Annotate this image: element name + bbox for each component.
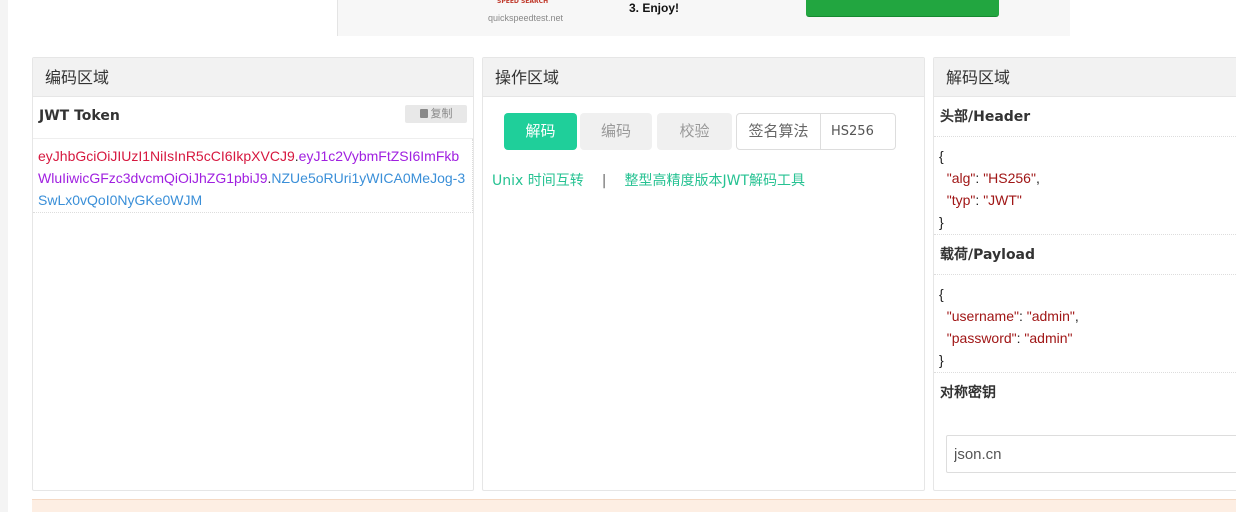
operations-panel-title: 操作区域 — [483, 58, 924, 97]
algorithm-value[interactable]: HS256 — [831, 114, 874, 149]
secret-key-input[interactable] — [946, 435, 1236, 473]
encode-panel-title: 编码区域 — [33, 58, 473, 97]
json-key: "username" — [946, 308, 1019, 324]
header-section-title: 头部/Header — [934, 97, 1236, 137]
payload-json-view[interactable]: { "username": "admin", "password": "admi… — [934, 275, 1236, 373]
decode-button[interactable]: 解码 — [504, 113, 577, 150]
link-separator: | — [601, 173, 607, 189]
secret-section-title: 对称密钥 — [940, 385, 996, 401]
jwt-token-input[interactable]: eyJhbGciOiJIUzI1NiIsInR5cCI6IkpXVCJ9.eyJ… — [33, 139, 473, 213]
json-key: "typ" — [946, 192, 976, 208]
json-key: "alg" — [946, 170, 976, 186]
json-brace: { — [939, 286, 944, 302]
verify-button[interactable]: 校验 — [657, 113, 732, 150]
copy-button-label: 复制 — [430, 107, 453, 120]
payload-section-title: 载荷/Payload — [934, 235, 1236, 275]
unix-time-link[interactable]: Unix 时间互转 — [492, 173, 584, 189]
json-key: "password" — [946, 330, 1017, 346]
json-brace: } — [939, 352, 944, 368]
json-value: "admin" — [1024, 330, 1073, 346]
algorithm-selector[interactable]: 签名算法 HS256 — [736, 113, 896, 150]
header-json-view[interactable]: { "alg": "HS256", "typ": "JWT" } — [934, 137, 1236, 235]
ad-banner[interactable]: SPEED SEARCH quickspeedtest.net 3. Enjoy… — [337, 0, 1070, 36]
clipboard-icon — [419, 109, 428, 118]
json-value: "admin" — [1026, 308, 1075, 324]
json-brace: } — [939, 214, 944, 230]
bigint-jwt-tool-link[interactable]: 整型高精度版本JWT解码工具 — [624, 173, 805, 189]
ad-step-text: 3. Enjoy! — [629, 1, 680, 15]
ad-domain: quickspeedtest.net — [488, 13, 564, 23]
bottom-notice-bar — [32, 499, 1236, 512]
encode-panel: 编码区域 JWT Token 复制 eyJhbGciOiJIUzI1NiIsIn… — [32, 57, 474, 491]
json-brace: { — [939, 148, 944, 164]
json-line-alg: "alg": "HS256", — [946, 170, 1040, 186]
ad-cta-button[interactable] — [806, 0, 999, 17]
json-line-username: "username": "admin", — [946, 308, 1079, 324]
json-line-typ: "typ": "JWT" — [946, 192, 1022, 208]
tool-links: Unix 时间互转 | 整型高精度版本JWT解码工具 — [492, 170, 805, 190]
jwt-token-label: JWT Token — [39, 108, 120, 124]
json-line-password: "password": "admin" — [946, 330, 1073, 346]
algorithm-label: 签名算法 — [737, 114, 821, 149]
encode-button[interactable]: 编码 — [580, 113, 652, 150]
decode-panel: 解码区域 头部/Header { "alg": "HS256", "typ": … — [933, 57, 1236, 491]
json-value: "HS256" — [983, 170, 1036, 186]
copy-button[interactable]: 复制 — [405, 105, 467, 123]
json-value: "JWT" — [983, 192, 1022, 208]
operations-panel: 操作区域 解码 编码 校验 签名算法 HS256 Unix 时间互转 | 整型高精度… — [482, 57, 925, 491]
token-toolbar: JWT Token 复制 — [33, 97, 473, 139]
decode-panel-title: 解码区域 — [934, 58, 1236, 97]
ad-logo: SPEED SEARCH — [497, 0, 549, 5]
token-header-part: eyJhbGciOiJIUzI1NiIsInR5cCI6IkpXVCJ9 — [38, 148, 295, 164]
